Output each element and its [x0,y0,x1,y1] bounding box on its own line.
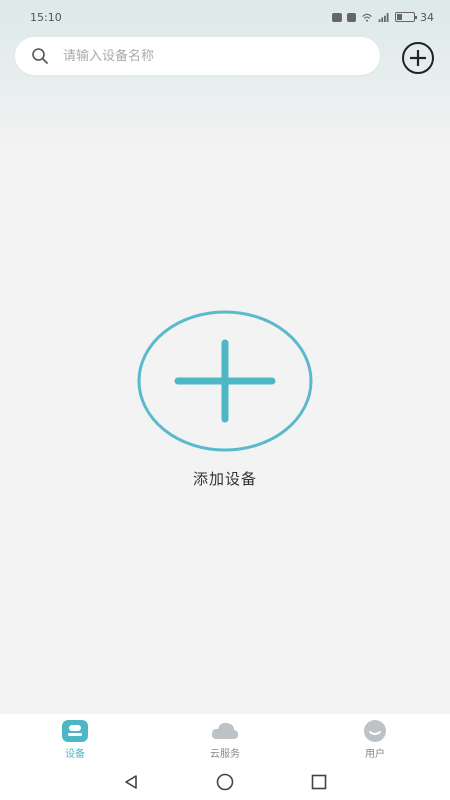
status-icons: 34 [332,11,434,24]
tab-cloud-service[interactable]: 云服务 [150,714,300,764]
recents-icon [311,774,327,790]
tab-device[interactable]: 设备 [0,714,150,764]
status-time: 15:10 [30,10,62,24]
plus-circle-icon [402,42,434,74]
search-input[interactable] [63,48,343,64]
tab-user-label: 用户 [365,749,385,760]
user-icon [364,720,386,742]
back-button[interactable] [119,770,143,794]
silent-icon [347,12,356,22]
battery-icon [395,12,417,22]
device-icon [62,720,88,742]
bottom-tab-bar: 设备 云服务 用户 [0,714,450,764]
add-button[interactable] [400,40,436,76]
battery-level: 34 [420,10,434,24]
signal-icon [378,12,389,22]
search-bar[interactable] [15,37,380,75]
tab-cloud-service-label: 云服务 [210,749,240,760]
notification-icon [332,12,342,22]
wifi-icon [362,13,372,22]
home-button[interactable] [213,770,237,794]
search-icon [32,48,48,64]
back-icon [125,775,137,789]
system-nav-bar [0,764,450,800]
recents-button[interactable] [307,770,331,794]
tab-device-label: 设备 [65,749,85,760]
tab-user[interactable]: 用户 [300,714,450,764]
cloud-icon [211,722,239,739]
add-device-button[interactable] [136,309,314,453]
add-device-label: 添加设备 [192,470,257,488]
home-icon [216,773,234,791]
status-bar: 15:10 34 [0,0,450,34]
add-device-plus-icon [137,310,313,452]
